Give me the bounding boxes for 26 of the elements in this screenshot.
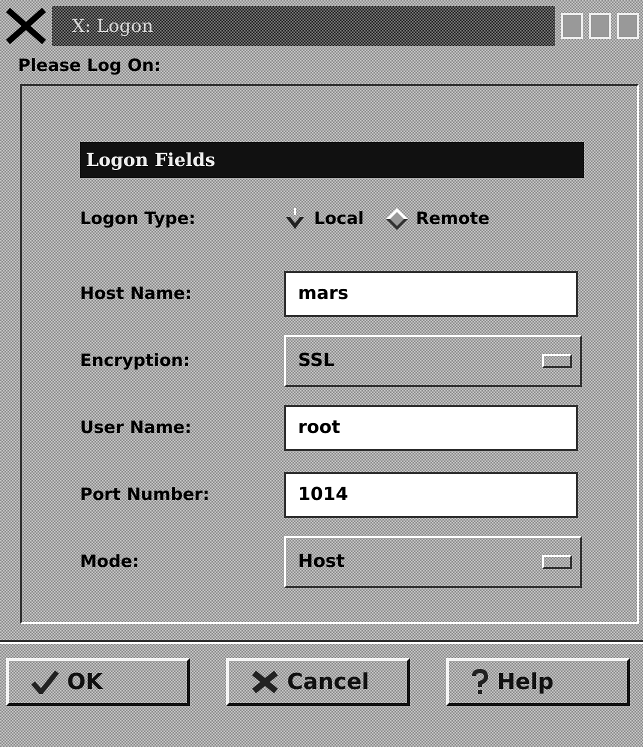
cancel-button[interactable]: Cancel: [226, 658, 410, 706]
field-label: Encryption:: [80, 350, 191, 370]
question-mark-icon: [471, 669, 489, 695]
radio-option[interactable]: Remote: [386, 208, 490, 230]
field-label: Mode:: [80, 552, 140, 572]
option-menu[interactable]: Host: [284, 536, 582, 588]
window-title: X: Logon: [52, 6, 555, 46]
maximize-button[interactable]: [589, 13, 611, 39]
field-label: Port Number:: [80, 484, 210, 504]
checkmark-icon: [31, 670, 59, 694]
prompt-label: Please Log On:: [18, 56, 161, 76]
help-button[interactable]: Help: [446, 658, 630, 706]
x-logo-icon: [6, 8, 46, 44]
input-field[interactable]: mars: [284, 270, 578, 316]
menu-button[interactable]: [617, 13, 639, 39]
field-label: User Name:: [80, 418, 192, 438]
input-field[interactable]: 1014: [284, 472, 578, 518]
field-label: Host Name:: [80, 284, 193, 304]
cross-icon: [251, 670, 279, 694]
radio-option[interactable]: Local: [284, 207, 364, 231]
ok-button[interactable]: OK: [6, 658, 190, 706]
option-menu[interactable]: SSL: [284, 334, 582, 386]
section-header: Logon Fields: [80, 142, 584, 178]
input-field[interactable]: root: [284, 404, 578, 450]
field-label: Logon Type:: [80, 209, 197, 229]
minimize-button[interactable]: [561, 13, 583, 39]
